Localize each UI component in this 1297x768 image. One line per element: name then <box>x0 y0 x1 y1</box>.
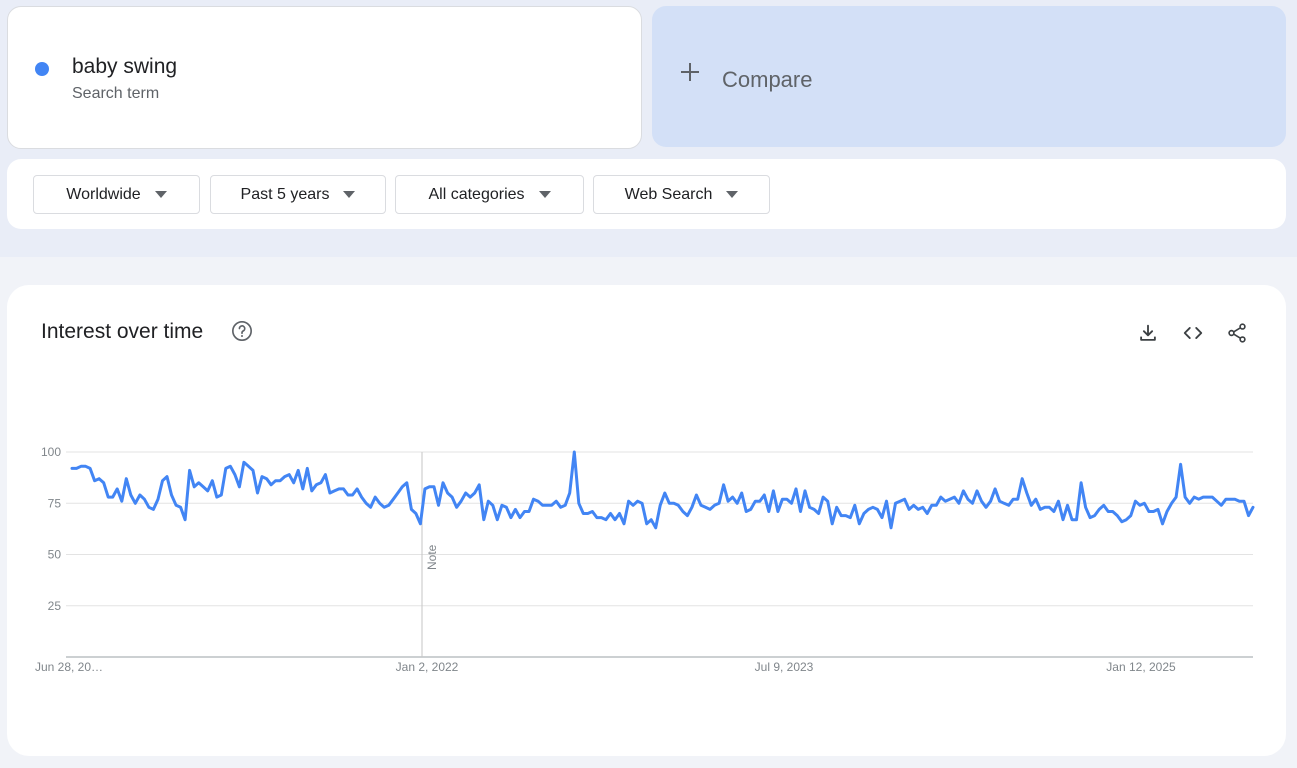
y-tick-label: 75 <box>48 496 62 510</box>
filter-bar: Worldwide Past 5 years All categories We… <box>7 159 1286 229</box>
y-tick-label: 50 <box>48 548 62 562</box>
search-type-dropdown[interactable]: Web Search <box>593 175 770 214</box>
search-type-dropdown-label: Web Search <box>624 185 713 203</box>
caret-down-icon <box>343 191 356 198</box>
interest-over-time-card: Interest over time 25 50 75 100 Jun 28, 20… J… <box>7 285 1286 756</box>
time-range-dropdown[interactable]: Past 5 years <box>210 175 386 214</box>
series-line-baby-swing <box>70 450 1255 530</box>
x-tick-label: Jan 2, 2022 <box>396 660 459 674</box>
series-color-dot <box>35 62 49 76</box>
x-tick-label: Jun 28, 20… <box>35 660 103 674</box>
note-label: Note <box>425 544 439 570</box>
time-range-dropdown-label: Past 5 years <box>240 185 330 203</box>
y-tick-label: 25 <box>48 599 62 613</box>
search-term-subtitle: Search term <box>72 85 160 102</box>
compare-button[interactable]: Compare <box>652 6 1286 147</box>
region-dropdown-label: Worldwide <box>66 185 141 203</box>
caret-down-icon <box>538 191 551 198</box>
category-dropdown-label: All categories <box>428 185 525 203</box>
caret-down-icon <box>154 191 167 198</box>
compare-label: Compare <box>722 67 813 92</box>
search-term-card[interactable]: baby swing Search term <box>7 6 642 149</box>
x-tick-label: Jan 12, 2025 <box>1106 660 1176 674</box>
region-dropdown[interactable]: Worldwide <box>33 175 200 214</box>
plus-icon <box>680 62 700 82</box>
interest-line-chart: 25 50 75 100 Jun 28, 20… Jan 2, 2022 Jul 9, 20… <box>35 445 1255 674</box>
search-term-name[interactable]: baby swing <box>72 55 177 79</box>
category-dropdown[interactable]: All categories <box>395 175 584 214</box>
y-tick-label: 100 <box>41 445 61 459</box>
x-tick-label: Jul 9, 2023 <box>755 660 814 674</box>
caret-down-icon <box>726 191 739 198</box>
